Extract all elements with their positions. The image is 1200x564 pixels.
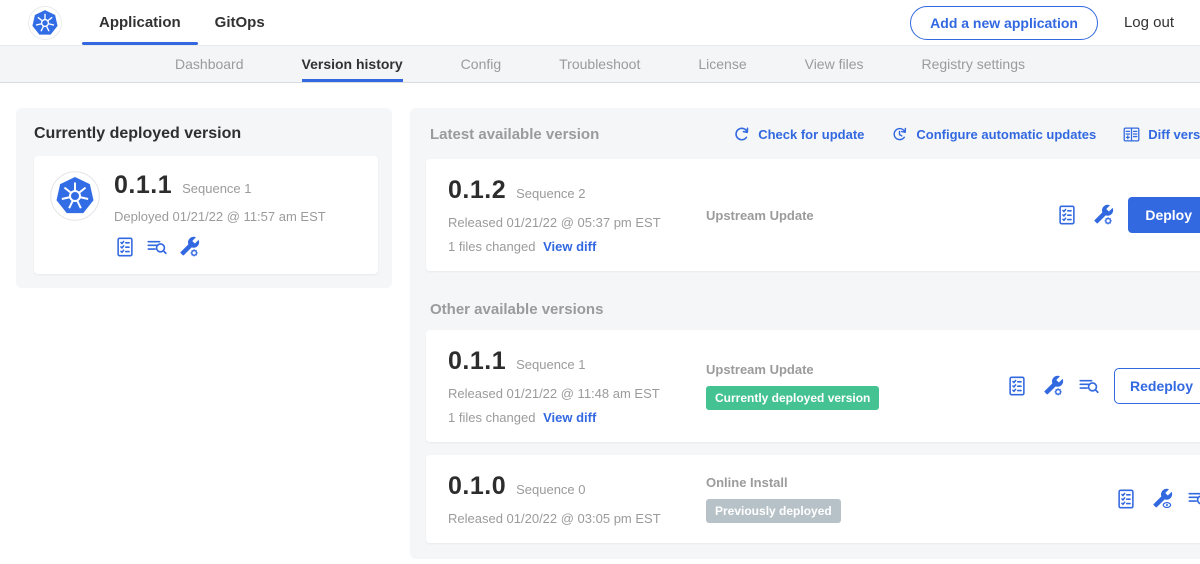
app-logo-kubernetes <box>50 171 100 221</box>
currently-deployed-card: Currently deployed version 0.1.1 Sequenc… <box>16 108 392 288</box>
edit-config-icon[interactable] <box>178 236 200 258</box>
deployed-timestamp: Deployed 01/21/22 @ 11:57 am EST <box>114 209 326 224</box>
header-tabs: Application GitOps <box>82 0 282 45</box>
version-history-panel: Latest available version Check for updat… <box>410 108 1200 559</box>
check-for-update-link[interactable]: Check for update <box>732 125 864 144</box>
version-row-0-1-2: 0.1.2 Sequence 2 Released 01/21/22 @ 05:… <box>426 159 1200 271</box>
add-application-button[interactable]: Add a new application <box>910 6 1098 40</box>
version-sequence: Sequence 2 <box>516 186 585 201</box>
subnav-item-config[interactable]: Config <box>461 46 501 82</box>
subnav-item-dashboard[interactable]: Dashboard <box>175 46 244 82</box>
other-versions-header: Other available versions <box>430 301 1200 318</box>
edit-config-icon[interactable] <box>1092 204 1114 226</box>
version-source: Upstream Update <box>706 208 1006 223</box>
files-changed-label: 1 files changed <box>448 239 535 254</box>
version-row-0-1-0: 0.1.0 Sequence 0 Released 01/20/22 @ 03:… <box>426 455 1200 543</box>
view-logs-icon[interactable] <box>146 236 168 258</box>
version-number: 0.1.0 <box>448 472 506 501</box>
files-changed-label: 1 files changed <box>448 410 535 425</box>
version-number: 0.1.2 <box>448 176 506 205</box>
view-diff-link[interactable]: View diff <box>543 239 596 254</box>
tab-application-label: Application <box>99 14 181 31</box>
subnav-item-registry-settings[interactable]: Registry settings <box>922 46 1025 82</box>
view-logs-icon[interactable] <box>1187 488 1200 510</box>
release-notes-icon[interactable] <box>1006 375 1028 397</box>
deployed-version-number: 0.1.1 <box>114 171 172 200</box>
version-sequence: Sequence 0 <box>516 482 585 497</box>
release-notes-icon[interactable] <box>1115 488 1137 510</box>
kubernetes-logo <box>28 6 62 40</box>
version-number: 0.1.1 <box>448 347 506 376</box>
released-timestamp: Released 01/21/22 @ 11:48 am EST <box>448 386 706 401</box>
edit-config-icon[interactable] <box>1042 375 1064 397</box>
release-notes-icon[interactable] <box>114 236 136 258</box>
version-sequence: Sequence 1 <box>516 357 585 372</box>
redeploy-button[interactable]: Redeploy <box>1114 368 1200 404</box>
tab-gitops[interactable]: GitOps <box>198 0 282 45</box>
subnav-item-view-files[interactable]: View files <box>805 46 864 82</box>
subnav-item-troubleshoot[interactable]: Troubleshoot <box>559 46 640 82</box>
configure-automatic-updates-link[interactable]: Configure automatic updates <box>890 125 1096 144</box>
deployed-version-card: 0.1.1 Sequence 1 Deployed 01/21/22 @ 11:… <box>34 156 378 274</box>
subnav-item-license[interactable]: License <box>698 46 746 82</box>
released-timestamp: Released 01/21/22 @ 05:37 pm EST <box>448 215 706 230</box>
view-config-icon[interactable] <box>1151 488 1173 510</box>
currently-deployed-title: Currently deployed version <box>34 125 378 143</box>
auto-update-icon <box>890 125 909 144</box>
previously-deployed-badge: Previously deployed <box>706 499 841 523</box>
released-timestamp: Released 01/20/22 @ 03:05 pm EST <box>448 511 706 526</box>
version-row-0-1-1: 0.1.1 Sequence 1 Released 01/21/22 @ 11:… <box>426 330 1200 442</box>
latest-version-header: Latest available version <box>430 126 599 143</box>
subnav-item-version-history[interactable]: Version history <box>302 46 403 82</box>
tab-application[interactable]: Application <box>82 0 198 45</box>
view-diff-link[interactable]: View diff <box>543 410 596 425</box>
app-subnav: Dashboard Version history Config Trouble… <box>0 46 1200 83</box>
deploy-button[interactable]: Deploy <box>1128 197 1200 233</box>
refresh-icon <box>732 125 751 144</box>
diff-versions-link[interactable]: Diff versions <box>1122 125 1200 144</box>
view-logs-icon[interactable] <box>1078 375 1100 397</box>
logout-link[interactable]: Log out <box>1124 14 1174 31</box>
tab-gitops-label: GitOps <box>215 14 265 31</box>
app-header: Application GitOps Add a new application… <box>0 0 1200 46</box>
currently-deployed-badge: Currently deployed version <box>706 386 879 410</box>
version-source: Upstream Update <box>706 362 1006 377</box>
diff-versions-icon <box>1122 125 1141 144</box>
version-source: Online Install <box>706 475 1006 490</box>
release-notes-icon[interactable] <box>1056 204 1078 226</box>
deployed-sequence: Sequence 1 <box>182 181 251 196</box>
